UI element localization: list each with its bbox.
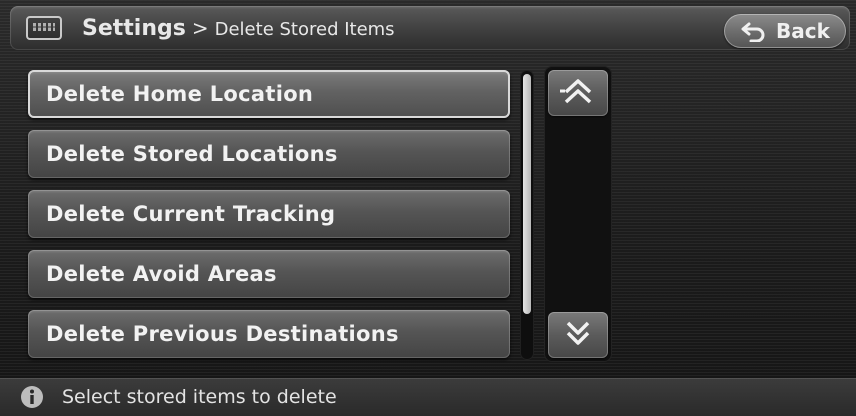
pager-panel: [544, 66, 612, 362]
delete-current-tracking-button[interactable]: Delete Current Tracking: [28, 190, 510, 238]
item-label: Delete Stored Locations: [46, 142, 338, 166]
page-down-button[interactable]: [548, 312, 608, 358]
back-button[interactable]: Back: [724, 14, 846, 48]
delete-home-location-button[interactable]: Delete Home Location: [28, 70, 510, 118]
delete-previous-destinations-button[interactable]: Delete Previous Destinations: [28, 310, 510, 358]
status-bar: Select stored items to delete: [0, 378, 856, 416]
back-label: Back: [776, 19, 830, 43]
delete-stored-locations-button[interactable]: Delete Stored Locations: [28, 130, 510, 178]
scroll-thumb[interactable]: [523, 74, 531, 314]
status-message: Select stored items to delete: [62, 386, 337, 408]
breadcrumb-separator: >: [191, 16, 209, 40]
page-up-button[interactable]: [548, 70, 608, 116]
info-icon: [20, 385, 44, 409]
item-label: Delete Previous Destinations: [46, 322, 399, 346]
keyboard-icon[interactable]: [26, 16, 62, 40]
double-chevron-up-icon: [560, 76, 596, 110]
breadcrumb: Settings > Delete Stored Items: [82, 14, 395, 44]
header-bar: Settings > Delete Stored Items Back: [10, 6, 850, 50]
delete-avoid-areas-button[interactable]: Delete Avoid Areas: [28, 250, 510, 298]
item-label: Delete Current Tracking: [46, 202, 336, 226]
double-chevron-down-icon: [563, 318, 593, 352]
page-title: Delete Stored Items: [214, 19, 395, 40]
item-label: Delete Avoid Areas: [46, 262, 277, 286]
nav-screen: Settings > Delete Stored Items Back Delete…: [0, 0, 856, 416]
item-label: Delete Home Location: [46, 82, 314, 106]
return-arrow-icon: [740, 20, 768, 42]
breadcrumb-settings: Settings: [82, 16, 186, 41]
scrollbar[interactable]: [520, 70, 534, 360]
